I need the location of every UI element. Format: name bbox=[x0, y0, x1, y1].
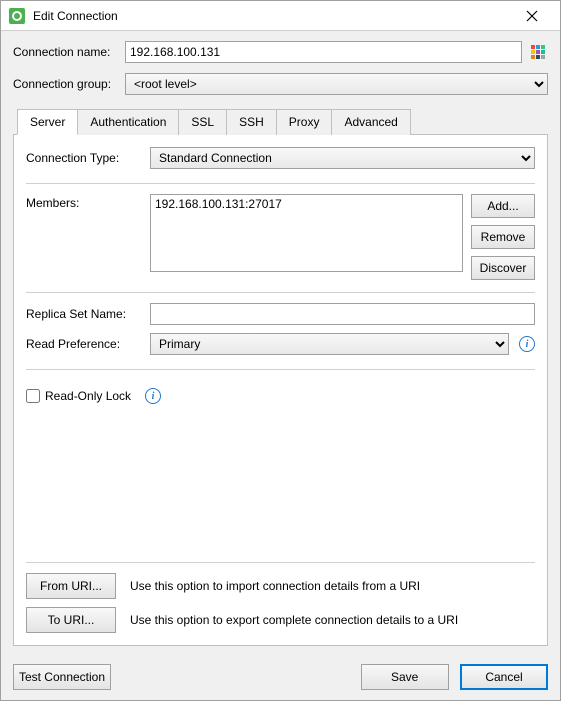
replica-set-input[interactable] bbox=[150, 303, 535, 325]
replica-set-row: Replica Set Name: bbox=[26, 303, 535, 325]
tab-ssl[interactable]: SSL bbox=[178, 109, 227, 135]
tab-proxy[interactable]: Proxy bbox=[276, 109, 333, 135]
to-uri-description: Use this option to export complete conne… bbox=[130, 613, 458, 627]
server-panel: Connection Type: Standard Connection Mem… bbox=[13, 134, 548, 646]
divider bbox=[26, 369, 535, 370]
divider bbox=[26, 562, 535, 563]
divider bbox=[26, 183, 535, 184]
read-preference-row: Read Preference: Primary i bbox=[26, 333, 535, 355]
edit-connection-dialog: Edit Connection Connection name: bbox=[0, 0, 561, 701]
spacer bbox=[26, 404, 535, 556]
from-uri-description: Use this option to import connection det… bbox=[130, 579, 420, 593]
info-icon[interactable]: i bbox=[145, 388, 161, 404]
connection-type-select[interactable]: Standard Connection bbox=[150, 147, 535, 169]
read-preference-label: Read Preference: bbox=[26, 337, 150, 351]
test-connection-button[interactable]: Test Connection bbox=[13, 664, 111, 690]
divider bbox=[26, 292, 535, 293]
tab-server[interactable]: Server bbox=[17, 109, 78, 135]
to-uri-row: To URI... Use this option to export comp… bbox=[26, 607, 535, 633]
members-label: Members: bbox=[26, 194, 150, 210]
read-preference-select[interactable]: Primary bbox=[150, 333, 509, 355]
replica-set-label: Replica Set Name: bbox=[26, 307, 150, 321]
members-list-item[interactable]: 192.168.100.131:27017 bbox=[155, 197, 458, 211]
dialog-footer: Test Connection Save Cancel bbox=[1, 654, 560, 700]
connection-group-select[interactable]: <root level> bbox=[125, 73, 548, 95]
window-title: Edit Connection bbox=[33, 9, 512, 23]
remove-member-button[interactable]: Remove bbox=[471, 225, 535, 249]
connection-name-label: Connection name: bbox=[13, 45, 125, 59]
add-member-button[interactable]: Add... bbox=[471, 194, 535, 218]
tab-advanced[interactable]: Advanced bbox=[331, 109, 410, 135]
info-icon[interactable]: i bbox=[519, 336, 535, 352]
dialog-content: Connection name: Connection group: bbox=[1, 31, 560, 654]
app-icon bbox=[9, 8, 25, 24]
members-buttons: Add... Remove Discover bbox=[471, 194, 535, 280]
to-uri-button[interactable]: To URI... bbox=[26, 607, 116, 633]
save-button[interactable]: Save bbox=[361, 664, 449, 690]
connection-type-row: Connection Type: Standard Connection bbox=[26, 147, 535, 169]
connection-name-row: Connection name: bbox=[13, 41, 548, 63]
discover-button[interactable]: Discover bbox=[471, 256, 535, 280]
from-uri-button[interactable]: From URI... bbox=[26, 573, 116, 599]
read-only-lock-row: Read-Only Lock i bbox=[26, 388, 535, 404]
tab-ssh[interactable]: SSH bbox=[226, 109, 277, 135]
footer-right: Save Cancel bbox=[353, 664, 548, 690]
close-button[interactable] bbox=[512, 2, 552, 30]
connection-type-label: Connection Type: bbox=[26, 151, 150, 165]
color-picker-button[interactable] bbox=[528, 42, 548, 62]
tab-authentication[interactable]: Authentication bbox=[77, 109, 179, 135]
from-uri-row: From URI... Use this option to import co… bbox=[26, 573, 535, 599]
connection-group-row: Connection group: <root level> bbox=[13, 73, 548, 95]
connection-group-label: Connection group: bbox=[13, 77, 125, 91]
cancel-button[interactable]: Cancel bbox=[460, 664, 548, 690]
tab-bar: Server Authentication SSL SSH Proxy Adva… bbox=[13, 109, 548, 135]
read-only-lock-checkbox[interactable] bbox=[26, 389, 40, 403]
members-listbox[interactable]: 192.168.100.131:27017 bbox=[150, 194, 463, 272]
connection-name-input[interactable] bbox=[125, 41, 522, 63]
members-row: Members: 192.168.100.131:27017 Add... Re… bbox=[26, 194, 535, 280]
read-only-lock-label: Read-Only Lock bbox=[45, 389, 131, 403]
titlebar: Edit Connection bbox=[1, 1, 560, 31]
